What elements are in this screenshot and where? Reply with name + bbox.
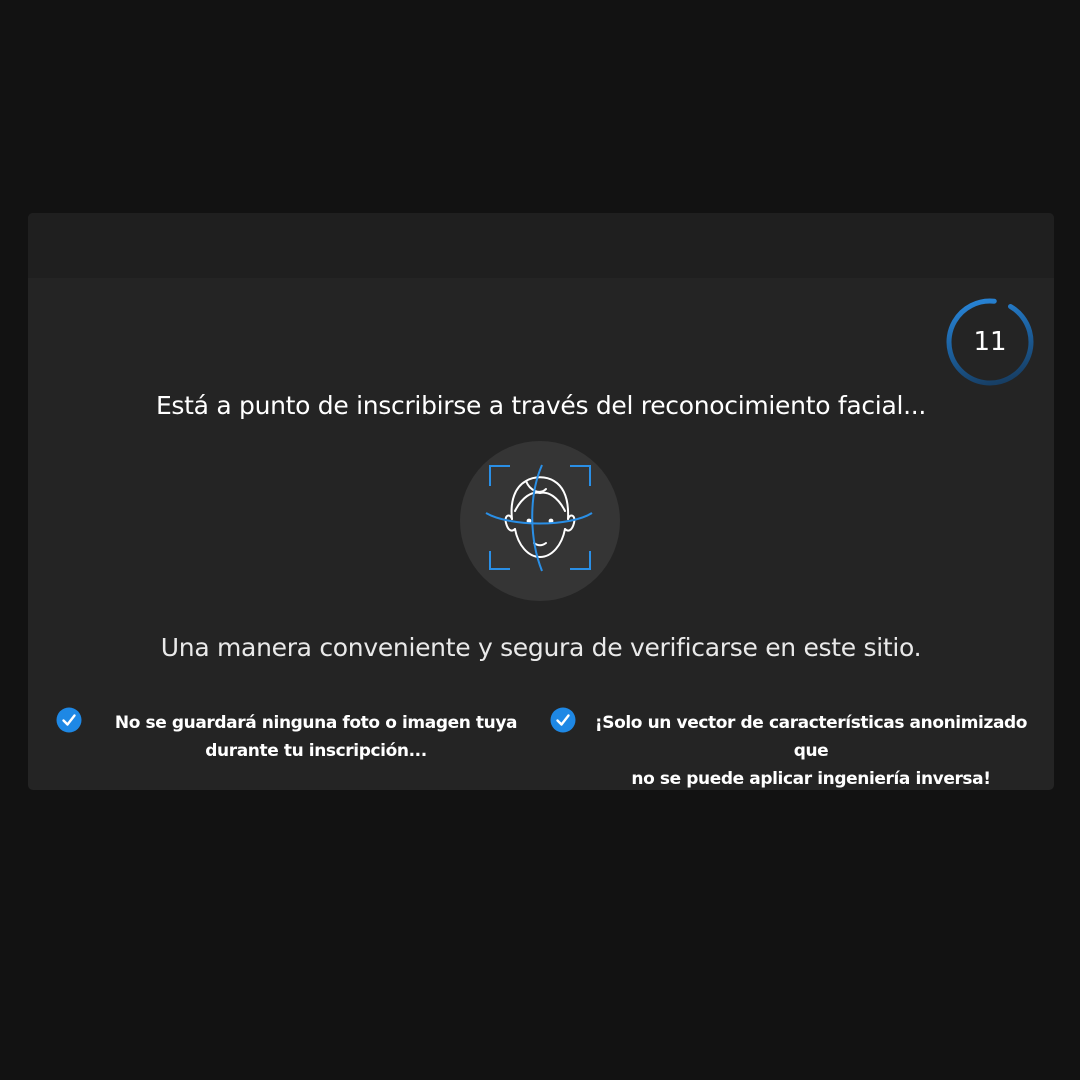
enrollment-card: 11 Está a punto de inscribirse a través … [28, 213, 1054, 790]
face-scan-icon [485, 464, 593, 572]
page-subtitle: Una manera conveniente y segura de verif… [160, 633, 922, 662]
check-circle-icon [56, 707, 82, 733]
feature-text-line: No se guardará ninguna foto o imagen tuy… [114, 713, 518, 733]
feature-text: No se guardará ninguna foto o imagen tuy… [96, 709, 536, 765]
feature-text: ¡Solo un vector de características anoni… [580, 709, 1042, 790]
check-circle-icon [550, 707, 576, 733]
feature-text-line: no se puede aplicar ingeniería inversa! [631, 769, 991, 789]
card-header [28, 213, 1054, 278]
face-recognition-graphic [460, 441, 620, 601]
feature-text-line: ¡Solo un vector de características anoni… [594, 713, 1028, 761]
countdown-timer: 11 [944, 296, 1036, 388]
countdown-value: 11 [973, 327, 1007, 357]
page-title: Está a punto de inscribirse a través del… [155, 391, 927, 420]
feature-text-line: durante tu inscripción... [205, 741, 427, 761]
